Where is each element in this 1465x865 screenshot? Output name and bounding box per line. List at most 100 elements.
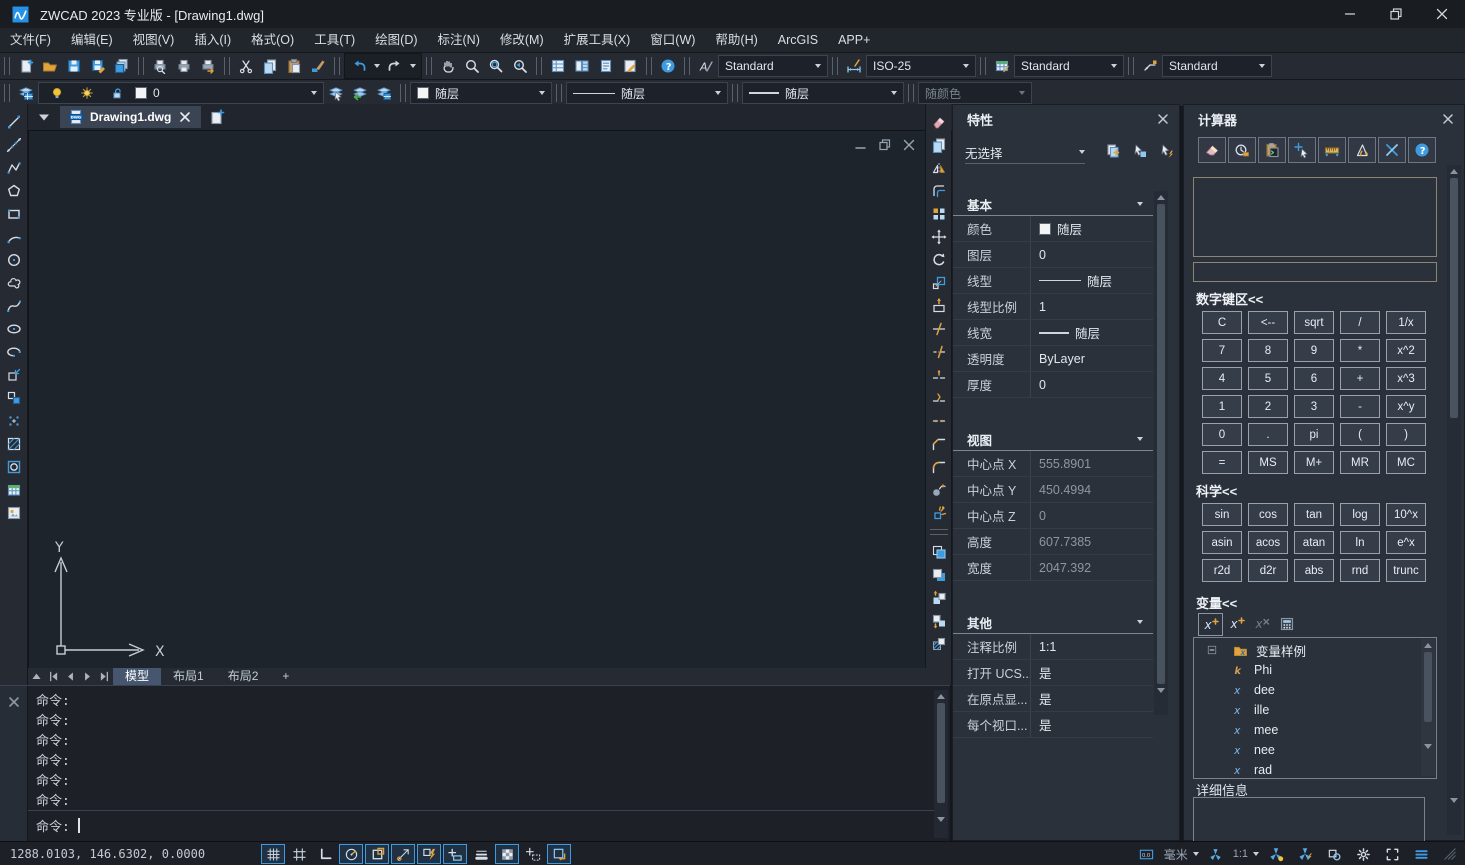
mirror-tool[interactable]: [927, 156, 951, 179]
calc-help-button[interactable]: ?: [1408, 137, 1436, 163]
calc-get-coordinates-button[interactable]: [1288, 137, 1316, 163]
property-value-cell[interactable]: 0: [1030, 242, 1153, 267]
calc-key[interactable]: x^2: [1386, 339, 1426, 362]
menu-item[interactable]: 编辑(E): [61, 28, 123, 52]
property-value-cell[interactable]: 555.8901: [1030, 451, 1153, 476]
calc-function-key[interactable]: atan: [1294, 531, 1334, 554]
dynamic-input-toggle[interactable]: [417, 844, 441, 864]
cut-button[interactable]: [234, 54, 258, 78]
layout-prev-button[interactable]: [62, 669, 79, 685]
spline-tool[interactable]: [2, 294, 26, 317]
section-header[interactable]: 其他: [953, 611, 1153, 634]
selection-filter-dropdown[interactable]: 无选择: [965, 141, 1085, 164]
calc-return-button[interactable]: [1275, 613, 1298, 634]
variables-section-title[interactable]: 变量<<: [1184, 593, 1237, 612]
save-as-button[interactable]: [86, 54, 110, 78]
ellipse-arc-tool[interactable]: [2, 340, 26, 363]
calc-key[interactable]: 2: [1248, 395, 1288, 418]
variable-item[interactable]: x mee: [1200, 720, 1436, 740]
zoom-window-button[interactable]: [484, 54, 508, 78]
calc-key[interactable]: C: [1202, 311, 1242, 334]
layer-previous-button[interactable]: [348, 81, 372, 105]
property-value-cell[interactable]: 450.4994: [1030, 477, 1153, 502]
calc-key[interactable]: 0: [1202, 423, 1242, 446]
menu-item[interactable]: 扩展工具(X): [554, 28, 641, 52]
menu-item[interactable]: 工具(T): [304, 28, 365, 52]
variable-item[interactable]: x dee: [1200, 680, 1436, 700]
calc-history-button[interactable]: [1228, 137, 1256, 163]
fillet-tool[interactable]: [927, 455, 951, 478]
copy-button[interactable]: [258, 54, 282, 78]
layer-on-icon[interactable]: [45, 81, 69, 105]
document-close-button[interactable]: [901, 137, 917, 153]
selection-preview-button[interactable]: [1322, 842, 1346, 865]
section-header[interactable]: 视图: [953, 428, 1153, 451]
layer-current-button[interactable]: [324, 81, 348, 105]
mtext-tool[interactable]: [2, 501, 26, 524]
calc-key[interactable]: MS: [1248, 451, 1288, 474]
array-tool[interactable]: [927, 202, 951, 225]
properties-palette-button[interactable]: [546, 54, 570, 78]
zoom-realtime-button[interactable]: [460, 54, 484, 78]
calc-key[interactable]: 6: [1294, 367, 1334, 390]
ortho-toggle[interactable]: [313, 844, 337, 864]
property-value-cell[interactable]: 随层: [1030, 216, 1153, 241]
calc-key[interactable]: x^3: [1386, 367, 1426, 390]
point-tool[interactable]: [2, 409, 26, 432]
rotate-tool[interactable]: [927, 248, 951, 271]
properties-scrollbar[interactable]: [1154, 191, 1168, 715]
variables-tree-root[interactable]: x 变量样例: [1200, 640, 1436, 660]
calc-function-key[interactable]: r2d: [1202, 559, 1242, 582]
property-value-cell[interactable]: 607.7385: [1030, 529, 1153, 554]
construction-line-tool[interactable]: [2, 133, 26, 156]
calc-key[interactable]: (: [1340, 423, 1380, 446]
settings-button[interactable]: [1351, 842, 1375, 865]
property-value-cell[interactable]: 是: [1030, 686, 1153, 711]
fullscreen-button[interactable]: [1380, 842, 1404, 865]
plot-button[interactable]: [172, 54, 196, 78]
properties-close-button[interactable]: [1155, 111, 1171, 127]
section-header[interactable]: 基本: [953, 193, 1153, 216]
units-button[interactable]: 0.0: [1135, 842, 1159, 865]
layout-tab[interactable]: 模型: [113, 668, 162, 685]
quick-select-button[interactable]: [1101, 139, 1125, 163]
variable-item[interactable]: x nee: [1200, 740, 1436, 760]
plot-preview-button[interactable]: [148, 54, 172, 78]
calc-function-key[interactable]: 10^x: [1386, 503, 1426, 526]
calc-function-key[interactable]: abs: [1294, 559, 1334, 582]
calc-key[interactable]: -: [1340, 395, 1380, 418]
calc-key[interactable]: *: [1340, 339, 1380, 362]
calc-key[interactable]: 8: [1248, 339, 1288, 362]
menu-item[interactable]: 修改(M): [490, 28, 554, 52]
calc-function-key[interactable]: acos: [1248, 531, 1288, 554]
markup-button[interactable]: [618, 54, 642, 78]
redo-button[interactable]: [383, 54, 407, 78]
calc-key[interactable]: <--: [1248, 311, 1288, 334]
calc-key[interactable]: +: [1340, 367, 1380, 390]
zoom-previous-button[interactable]: [508, 54, 532, 78]
edit-variable-button[interactable]: x: [1225, 613, 1248, 634]
make-block-tool[interactable]: [2, 386, 26, 409]
calc-function-key[interactable]: sin: [1202, 503, 1242, 526]
scale-tool[interactable]: [927, 271, 951, 294]
grid-toggle[interactable]: [261, 844, 285, 864]
dim-style-dropdown[interactable]: ISO-25: [866, 55, 976, 77]
layer-dropdown[interactable]: 0: [38, 82, 324, 104]
document-tab[interactable]: DWG Drawing1.dwg: [60, 106, 202, 128]
calc-intersection-button[interactable]: [1378, 137, 1406, 163]
menu-item[interactable]: 帮助(H): [705, 28, 767, 52]
variable-item[interactable]: k Phi: [1200, 660, 1436, 680]
chevron-down-icon[interactable]: [1253, 852, 1259, 856]
menu-item[interactable]: 标注(N): [428, 28, 490, 52]
delete-variable-button[interactable]: x: [1250, 613, 1273, 634]
batch-plot-button[interactable]: [196, 54, 220, 78]
calc-measure-angle-button[interactable]: [1348, 137, 1376, 163]
blend-tool[interactable]: [927, 478, 951, 501]
match-properties-button[interactable]: [306, 54, 330, 78]
calc-key[interactable]: 4: [1202, 367, 1242, 390]
variables-scrollbar[interactable]: [1421, 639, 1435, 776]
tool-palettes-button[interactable]: [594, 54, 618, 78]
calc-key[interactable]: M+: [1294, 451, 1334, 474]
property-value-cell[interactable]: 0: [1030, 503, 1153, 528]
calc-key[interactable]: sqrt: [1294, 311, 1334, 334]
